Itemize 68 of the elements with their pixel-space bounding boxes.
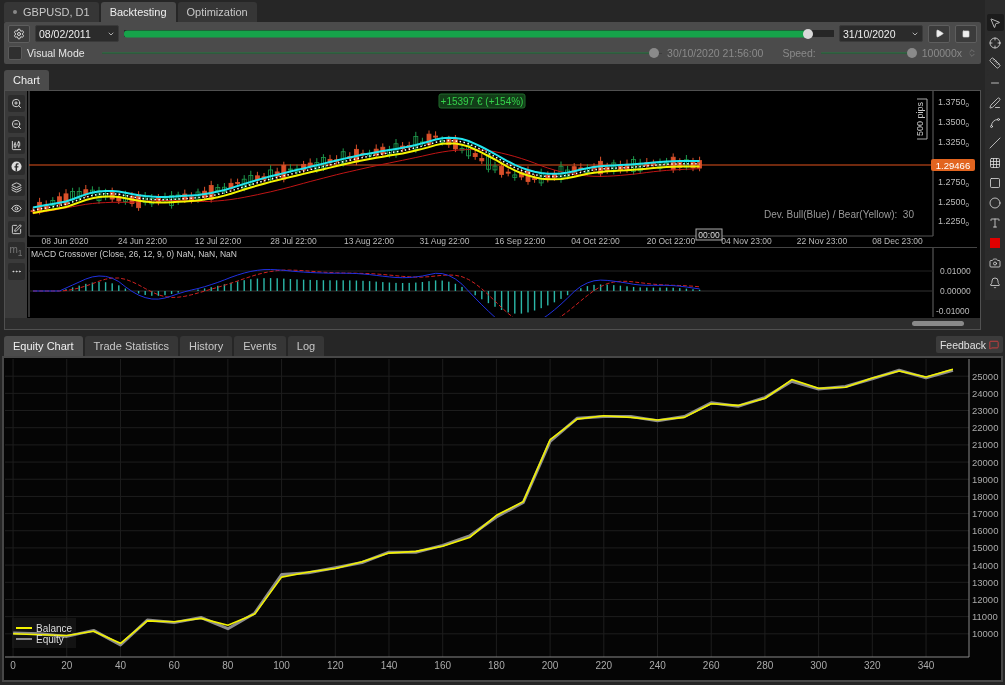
cursor-time-badge: 00:00 <box>695 228 723 241</box>
y-axis-label: 15000 <box>972 542 999 554</box>
checkbox-label: Visual Mode <box>27 47 85 59</box>
range-label: 500 pips <box>915 98 928 140</box>
y-axis-label: 11000 <box>972 611 998 623</box>
y-axis-label: 25000 <box>972 370 999 382</box>
x-axis-label: 320 <box>864 660 881 671</box>
indicator-axis-label: 0.01000 <box>940 266 971 276</box>
x-axis-label: 20 <box>61 660 73 671</box>
price-label: 1.2250$_{0}$ <box>938 216 969 227</box>
x-axis-label: 180 <box>488 660 505 671</box>
indicator-note: Dev. Bull(Blue) / Bear(Yellow): 30 <box>763 209 914 220</box>
indicator-axis-label: 0.00000 <box>940 286 971 296</box>
y-axis-label: 14000 <box>972 559 999 571</box>
x-axis-label: 140 <box>380 660 398 671</box>
x-axis-label: 340 <box>917 660 935 671</box>
date-label: 20 Oct 22:00 <box>646 236 696 246</box>
date-label: 22 Nov 23:00 <box>796 236 848 246</box>
x-axis-label: 80 <box>222 660 234 671</box>
y-axis-label: 22000 <box>972 422 999 434</box>
y-axis-label: 16000 <box>972 525 999 537</box>
date-label: 08 Jun 2020 <box>41 236 89 246</box>
profit-badge: +15397 € (+154%) <box>438 93 526 109</box>
y-axis-label: 17000 <box>972 508 999 520</box>
y-axis-label: 21000 <box>972 439 999 451</box>
symbol-label: GBPUSD, D1 <box>23 6 90 18</box>
date-label: 28 Jul 22:00 <box>270 236 317 246</box>
x-axis-label: 40 <box>114 660 127 671</box>
x-axis-label: 60 <box>168 660 180 671</box>
date-label: 24 Jun 22:00 <box>117 236 168 246</box>
y-axis-label: 12000 <box>972 593 999 605</box>
price-label: 1.2500$_{0}$ <box>938 197 969 208</box>
x-axis-label: 200 <box>541 660 559 671</box>
speed-value: 100000x <box>921 47 962 59</box>
x-axis-label: 240 <box>649 660 666 671</box>
y-axis-label: 10000 <box>972 628 999 640</box>
x-axis-label: 300 <box>810 660 827 671</box>
y-axis-label: 20000 <box>972 456 999 468</box>
legend-label: Equity <box>36 633 64 645</box>
y-axis-label: 19000 <box>972 473 999 485</box>
date-label: 16 Sep 22:00 <box>494 236 546 246</box>
date-label: 31 Aug 22:00 <box>419 236 470 246</box>
x-axis-label: 260 <box>702 660 720 671</box>
x-axis-label: 160 <box>434 660 452 671</box>
y-axis-label: 13000 <box>972 576 999 588</box>
price-label: 1.3750$_{0}$ <box>938 97 969 108</box>
x-axis-label: 0 <box>10 660 16 671</box>
price-label: 1.2750$_{0}$ <box>938 177 969 188</box>
current-time: 30/10/2020 21:56:00 <box>667 47 764 59</box>
date-label: 08 Dec 23:00 <box>872 236 923 246</box>
x-axis-label: 280 <box>756 660 774 671</box>
date-label: 04 Oct 22:00 <box>571 236 620 246</box>
legend-label: Balance <box>36 622 73 634</box>
x-axis-label: 120 <box>326 660 344 671</box>
date-label: 12 Jul 22:00 <box>194 236 242 246</box>
x-axis-label: 220 <box>595 660 613 671</box>
indicator-title: MACD Crossover (Close, 26, 12, 9, 0) NaN, NaN, NaN <box>31 249 237 259</box>
price-label: 1.3250$_{0}$ <box>938 137 969 148</box>
speed-label: Speed: <box>782 47 816 59</box>
date-label: 13 Aug 22:00 <box>343 236 395 246</box>
current-price-badge: 1.29466 <box>931 159 975 171</box>
y-axis-label: 18000 <box>972 490 999 502</box>
price-label: 1.3500$_{0}$ <box>938 117 969 128</box>
y-axis-label: 24000 <box>972 387 999 399</box>
y-axis-label: 23000 <box>972 405 999 417</box>
x-axis-label: 100 <box>273 660 290 671</box>
date-label: 04 Nov 23:00 <box>721 236 772 246</box>
indicator-axis-label: -0.01000 <box>936 306 970 316</box>
